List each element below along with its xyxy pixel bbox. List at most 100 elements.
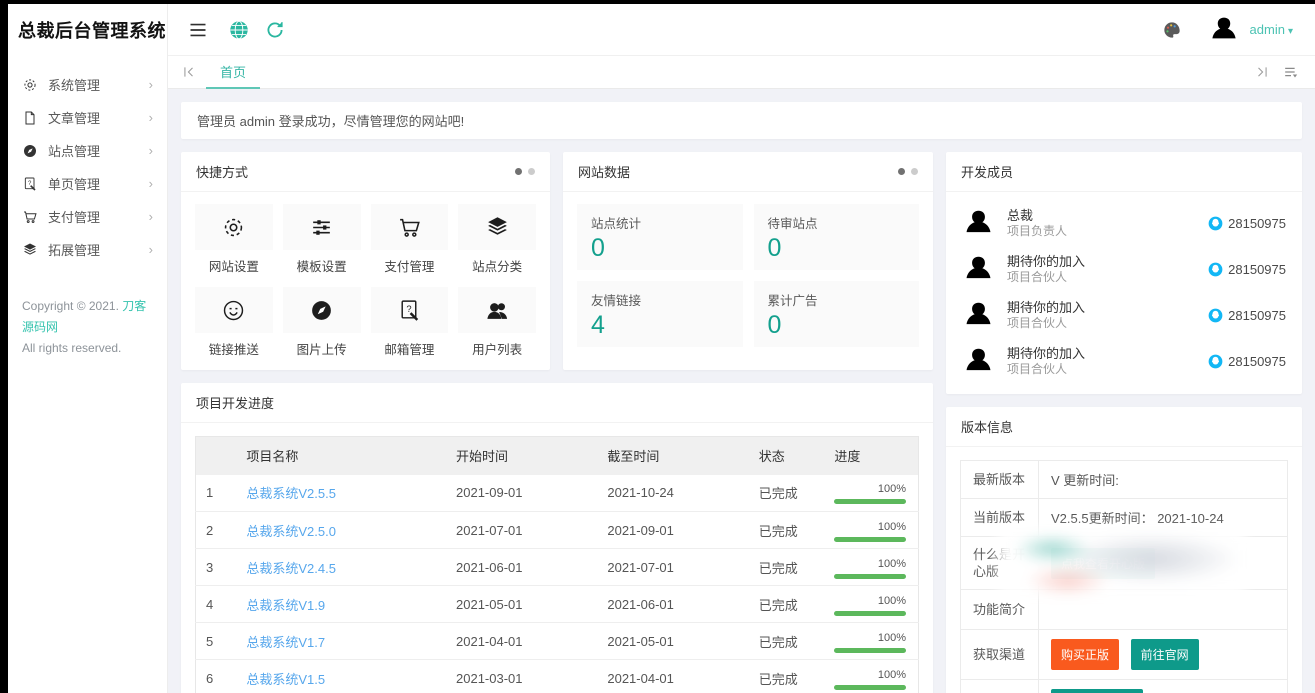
carousel-dot-active[interactable] xyxy=(898,168,905,175)
progress-bar xyxy=(834,648,906,653)
user-menu[interactable]: admin▾ xyxy=(1250,22,1293,37)
sliders-icon xyxy=(309,215,334,240)
project-link[interactable]: 总裁系统V2.5.5 xyxy=(246,486,336,501)
member-role: 项目合伙人 xyxy=(1007,362,1085,377)
globe-icon[interactable] xyxy=(228,19,250,41)
sidebar-item-payment[interactable]: 支付管理 › xyxy=(8,200,167,233)
shortcut-link-push[interactable]: 链接推送 xyxy=(195,287,273,360)
shortcut-site-category[interactable]: 站点分类 xyxy=(458,204,536,277)
current-version-value: V2.5.5更新时间： 2021-10-24 xyxy=(1039,499,1288,537)
table-row: 5 总裁系统V1.7 2021-04-01 2021-05-01 已完成 100… xyxy=(196,623,919,660)
col-end-date: 截至时间 xyxy=(597,437,748,475)
progress-percent: 100% xyxy=(834,558,906,571)
sidebar-item-label: 系统管理 xyxy=(48,75,149,94)
tab-scroll-left-icon[interactable] xyxy=(182,65,196,79)
sidebar-item-label: 拓展管理 xyxy=(48,240,149,259)
sidebar-item-extension[interactable]: 拓展管理 › xyxy=(8,233,167,266)
progress-percent: 100% xyxy=(834,521,906,534)
sidebar-item-label: 支付管理 xyxy=(48,207,149,226)
version-row: 最新版本 V 更新时间: xyxy=(961,461,1288,499)
sidebar-item-label: 文章管理 xyxy=(48,108,149,127)
progress-bar xyxy=(834,499,906,504)
tab-home-label: 首页 xyxy=(220,62,246,81)
hamburger-icon[interactable] xyxy=(188,20,208,40)
view-changelog-button[interactable]: 查看更新日志 xyxy=(1051,689,1143,693)
row-index: 4 xyxy=(196,586,237,623)
cart-icon xyxy=(397,215,422,240)
theme-palette-icon[interactable] xyxy=(1162,20,1182,40)
shortcut-user-list[interactable]: 用户列表 xyxy=(458,287,536,360)
carousel-dot[interactable] xyxy=(528,168,535,175)
version-title: 版本信息 xyxy=(961,417,1013,436)
goto-official-site-button[interactable]: 前往官网 xyxy=(1131,639,1199,670)
shortcut-payment[interactable]: 支付管理 xyxy=(371,204,449,277)
page-question-icon xyxy=(397,298,422,323)
project-link[interactable]: 总裁系统V1.7 xyxy=(246,635,325,650)
smile-icon xyxy=(221,298,246,323)
qq-icon xyxy=(1208,354,1223,369)
shortcuts-card: 快捷方式 网站设置 xyxy=(181,152,550,370)
member-name: 期待你的加入 xyxy=(1007,300,1085,316)
tab-home[interactable]: 首页 xyxy=(206,56,260,89)
shortcut-label: 支付管理 xyxy=(371,256,449,275)
stat-value: 0 xyxy=(768,234,906,263)
row-index: 1 xyxy=(196,475,237,512)
shortcut-template-settings[interactable]: 模板设置 xyxy=(283,204,361,277)
carousel-dot[interactable] xyxy=(911,168,918,175)
qq-number: 28150975 xyxy=(1228,216,1286,231)
refresh-icon[interactable] xyxy=(264,19,286,41)
sidebar-item-article[interactable]: 文章管理 › xyxy=(8,101,167,134)
shortcut-mailbox[interactable]: 邮箱管理 xyxy=(371,287,449,360)
version-row: 什么是开心版 点我查看开心版 xyxy=(961,537,1288,590)
sidebar-item-label: 单页管理 xyxy=(48,174,149,193)
col-start-date: 开始时间 xyxy=(446,437,597,475)
sidebar-item-site[interactable]: 站点管理 › xyxy=(8,134,167,167)
stat-friend-links: 友情链接 4 xyxy=(577,281,743,347)
sidebar-item-page[interactable]: 单页管理 › xyxy=(8,167,167,200)
progress-bar xyxy=(834,537,906,542)
start-date: 2021-04-01 xyxy=(446,623,597,660)
page-question-icon xyxy=(22,176,38,192)
avatar xyxy=(962,253,995,286)
carousel-dot-active[interactable] xyxy=(515,168,522,175)
stat-value: 4 xyxy=(591,311,729,340)
table-row: 1 总裁系统V2.5.5 2021-09-01 2021-10-24 已完成 1… xyxy=(196,475,919,512)
buy-genuine-button[interactable]: 购买正版 xyxy=(1051,639,1119,670)
project-link[interactable]: 总裁系统V2.4.5 xyxy=(246,561,336,576)
qq-icon xyxy=(1208,308,1223,323)
shortcut-image-upload[interactable]: 图片上传 xyxy=(283,287,361,360)
member-row: 期待你的加入 项目合伙人 28150975 xyxy=(962,246,1286,292)
chevron-right-icon: › xyxy=(149,77,153,92)
app-logo: 总裁后台管理系统 xyxy=(8,4,167,56)
compass-icon xyxy=(22,143,38,159)
progress-bar xyxy=(834,611,906,616)
project-link[interactable]: 总裁系统V1.5 xyxy=(246,672,325,687)
tab-menu-icon[interactable] xyxy=(1283,64,1299,80)
welcome-banner: 管理员 admin 登录成功，尽情管理您的网站吧! xyxy=(181,102,1302,139)
project-link[interactable]: 总裁系统V2.5.0 xyxy=(246,524,336,539)
users-icon xyxy=(485,298,510,323)
version-card: 版本信息 最新版本 V 更新时间: 当前版本 V2.5.5更新时间： 2021-… xyxy=(946,407,1302,693)
progress-percent: 100% xyxy=(834,483,906,496)
avatar[interactable] xyxy=(1208,14,1240,46)
sidebar-menu: 系统管理 › 文章管理 › 站点管理 › 单页管理 › 支付管理 › xyxy=(8,56,167,266)
shortcut-site-settings[interactable]: 网站设置 xyxy=(195,204,273,277)
member-row: 总裁 项目负责人 28150975 xyxy=(962,200,1286,246)
start-date: 2021-03-01 xyxy=(446,660,597,693)
project-link[interactable]: 总裁系统V1.9 xyxy=(246,598,325,613)
col-status: 状态 xyxy=(749,437,825,475)
site-stats-title: 网站数据 xyxy=(578,162,630,181)
site-stats-card: 网站数据 站点统计 0 待审站点 xyxy=(563,152,933,370)
sidebar-item-system[interactable]: 系统管理 › xyxy=(8,68,167,101)
chevron-right-icon: › xyxy=(149,242,153,257)
progress-percent: 100% xyxy=(834,595,906,608)
main-content: 管理员 admin 登录成功，尽情管理您的网站吧! 快捷方式 xyxy=(168,89,1315,693)
shortcut-label: 链接推送 xyxy=(195,339,273,358)
view-happy-version-button[interactable]: 点我查看开心版 xyxy=(1051,548,1155,579)
end-date: 2021-10-24 xyxy=(597,475,748,512)
tab-scroll-right-icon[interactable] xyxy=(1255,65,1269,79)
header-right: admin▾ xyxy=(1162,14,1315,46)
version-row: 获取渠道 购买正版 前往官网 xyxy=(961,630,1288,680)
start-date: 2021-06-01 xyxy=(446,549,597,586)
start-date: 2021-05-01 xyxy=(446,586,597,623)
